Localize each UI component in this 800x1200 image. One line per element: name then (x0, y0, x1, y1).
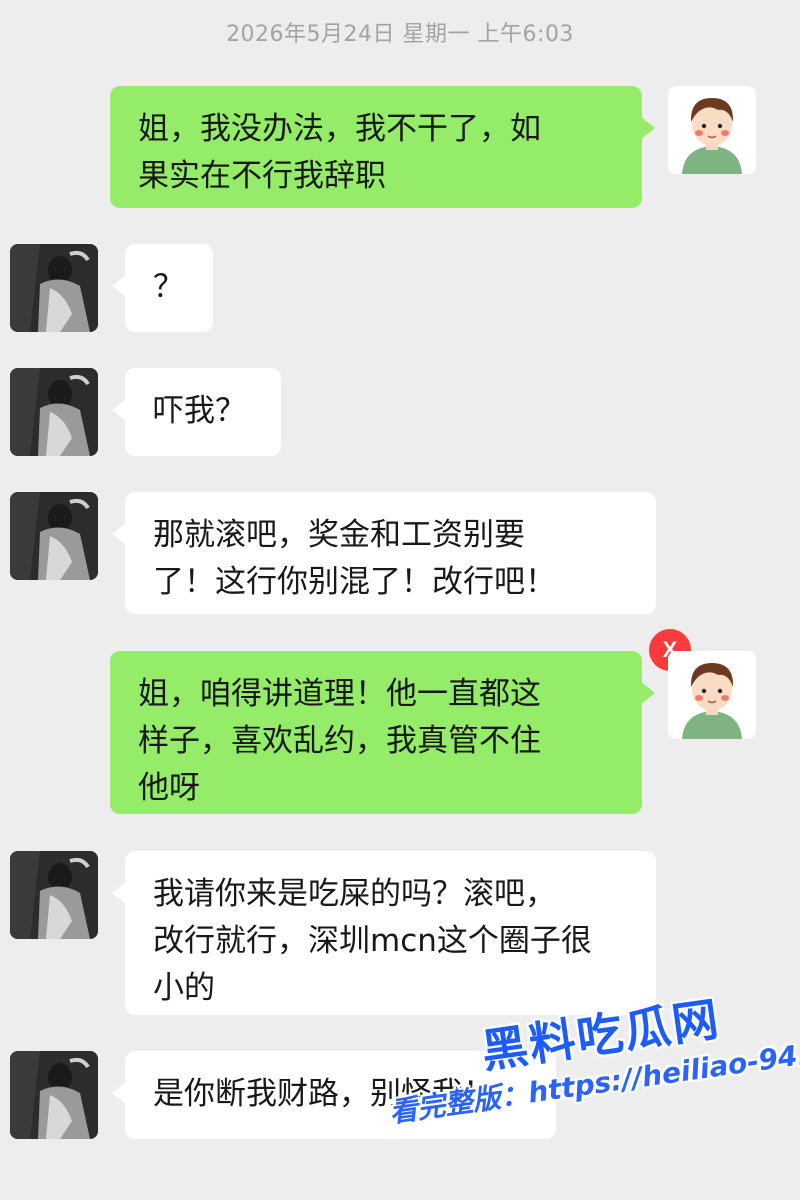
self-avatar-icon[interactable] (668, 86, 756, 174)
received-message-bubble[interactable]: 是你断我财路，别怪我！ (112, 1051, 556, 1139)
sent-message-bubble[interactable]: 姐，咱得讲道理！他一直都这 样子，喜欢乱约，我真管不住 他呀 (110, 651, 655, 814)
received-message-bubble[interactable]: ？ (112, 244, 213, 332)
sent-message-bubble[interactable]: 姐，我没办法，我不干了，如 果实在不行我辞职 (110, 86, 655, 208)
received-message-bubble[interactable]: 那就滚吧，奖金和工资别要 了！这行你别混了！改行吧！ (112, 492, 656, 614)
contact-avatar-icon[interactable] (10, 1051, 98, 1139)
contact-avatar-icon[interactable] (10, 244, 98, 332)
contact-avatar-icon[interactable] (10, 851, 98, 939)
received-message-bubble[interactable]: 吓我？ (112, 368, 281, 456)
received-message-bubble[interactable]: 我请你来是吃屎的吗？滚吧， 改行就行，深圳mcn这个圈子很 小的 (112, 851, 656, 1015)
contact-avatar-icon[interactable] (10, 492, 98, 580)
self-avatar-icon[interactable] (668, 651, 756, 739)
contact-avatar-icon[interactable] (10, 368, 98, 456)
chat-timestamp: 2026年5月24日 星期一 上午6:03 (226, 22, 574, 47)
